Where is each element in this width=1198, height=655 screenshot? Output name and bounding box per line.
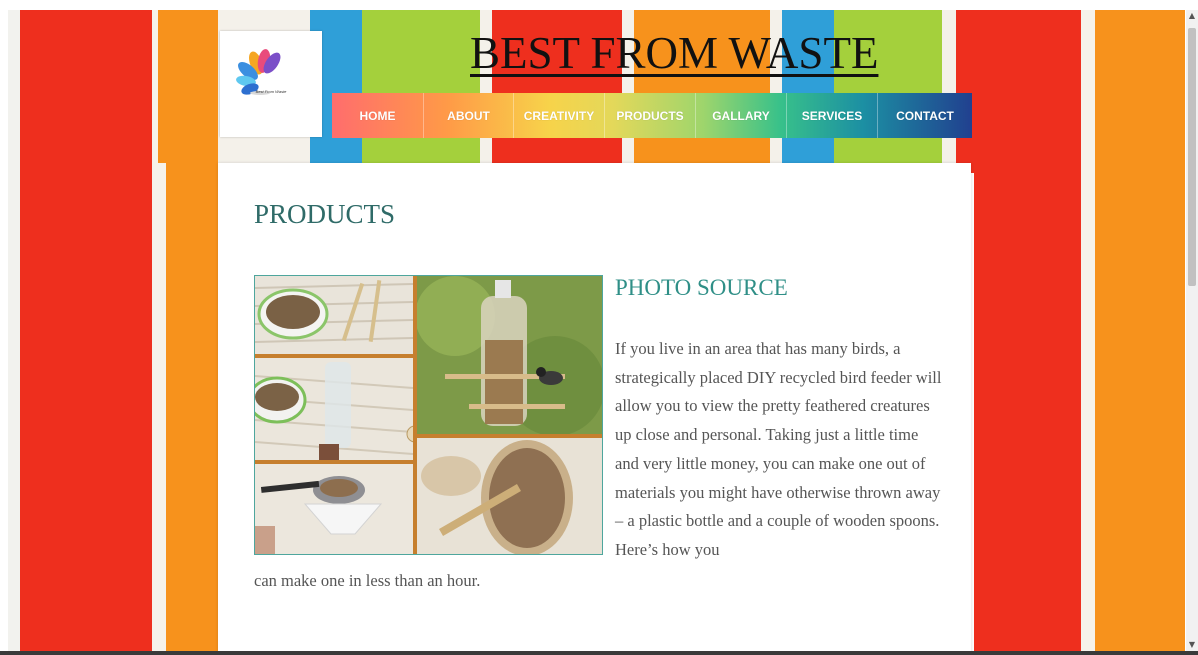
content-panel: PRODUCTS PHOTO SOURCE If you live in an …: [218, 163, 971, 651]
bird-feeder-photo: [255, 276, 602, 554]
nav-home[interactable]: HOME: [332, 93, 424, 138]
scroll-up-icon[interactable]: ▲: [1186, 10, 1198, 22]
page-title: PRODUCTS: [254, 199, 396, 229]
nav-products[interactable]: PRODUCTS: [605, 93, 696, 138]
page-viewport: Best From Waste BEST FROM WASTE HOME ABO…: [8, 10, 1185, 651]
logo-text: Best From Waste: [255, 89, 287, 94]
bottom-edge: [0, 651, 1198, 655]
product-description-continued: can make one in less than an hour.: [254, 571, 481, 590]
nav-contact[interactable]: CONTACT: [878, 93, 972, 138]
site-logo[interactable]: Best From Waste: [220, 31, 322, 137]
section-heading: PHOTO SOURCE: [615, 275, 788, 300]
nav-creativity[interactable]: CREATIVITY: [514, 93, 605, 138]
nav-gallary[interactable]: GALLARY: [696, 93, 787, 138]
main-navigation: HOME ABOUT CREATIVITY PRODUCTS GALLARY S…: [332, 93, 972, 138]
product-description: If you live in an area that has many bir…: [615, 339, 942, 559]
scroll-down-icon[interactable]: ▼: [1186, 639, 1198, 651]
logo-flower-icon: [236, 49, 281, 95]
vertical-scrollbar[interactable]: ▲ ▼: [1186, 10, 1198, 651]
scrollbar-thumb[interactable]: [1188, 28, 1196, 286]
nav-about[interactable]: ABOUT: [424, 93, 514, 138]
bird-feeder-collage-image: [254, 275, 603, 555]
nav-services[interactable]: SERVICES: [787, 93, 878, 138]
site-title[interactable]: BEST FROM WASTE: [470, 28, 878, 78]
